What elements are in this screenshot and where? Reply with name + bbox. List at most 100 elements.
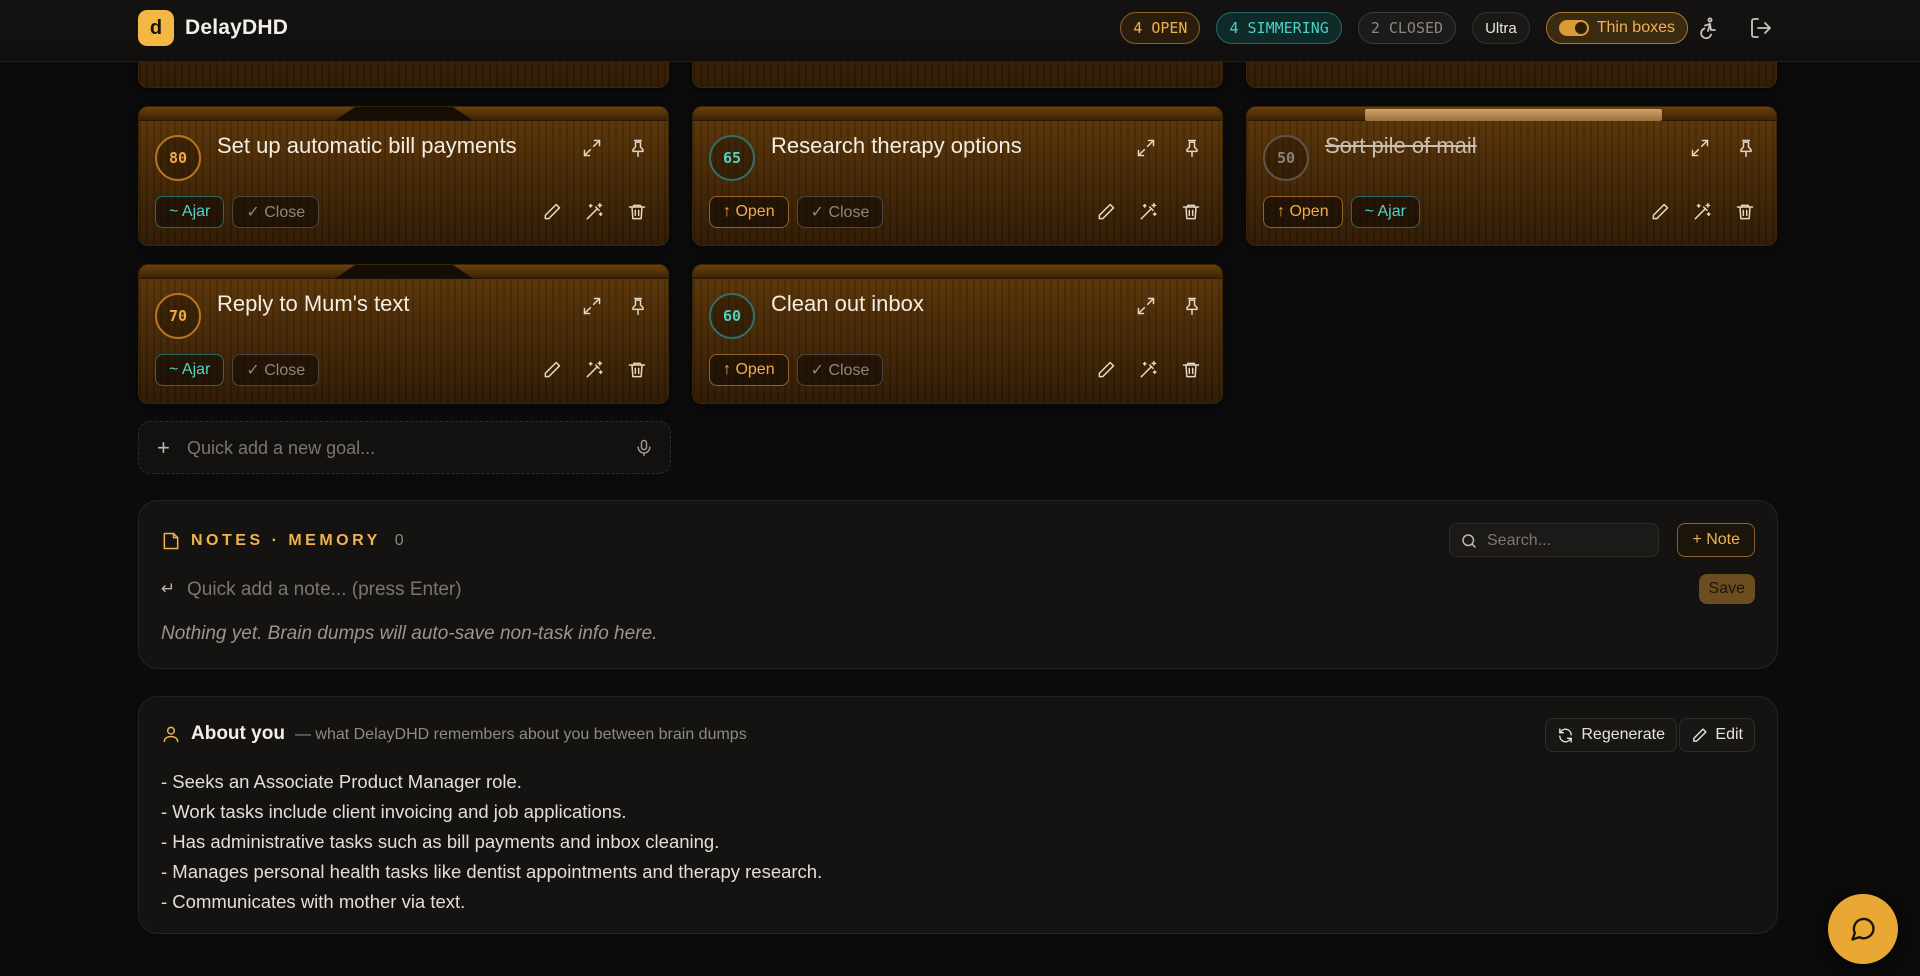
card-lid — [693, 107, 1222, 121]
magic-wand-icon[interactable] — [1692, 202, 1712, 222]
card-actions: ↑ Open ~ Ajar — [1263, 196, 1420, 228]
close-button[interactable]: ✓ Close — [796, 354, 884, 386]
search-placeholder: Search... — [1487, 532, 1552, 549]
card-actions: ↑ Open ✓ Close — [709, 196, 884, 228]
priority-score: 60 — [709, 293, 755, 339]
trash-icon[interactable] — [627, 202, 647, 222]
open-button[interactable]: ↑ Open — [709, 196, 789, 228]
close-button[interactable]: ✓ Close — [232, 354, 320, 386]
pencil-icon[interactable] — [1650, 202, 1670, 222]
goal-card[interactable]: 65 Research therapy options ↑ Open ✓ Clo… — [692, 106, 1223, 246]
save-note-button[interactable]: Save — [1698, 574, 1755, 604]
card-actions: ~ Ajar ✓ Close — [155, 354, 320, 386]
pin-icon[interactable] — [1182, 138, 1202, 158]
trash-icon[interactable] — [1181, 360, 1201, 380]
simmering-count-badge[interactable]: 4 SIMMERING — [1216, 12, 1342, 44]
logout-icon[interactable] — [1749, 16, 1773, 40]
trash-icon[interactable] — [1181, 202, 1201, 222]
magic-wand-icon[interactable] — [1138, 360, 1158, 380]
app-name: DelayDHD — [185, 16, 289, 39]
trash-icon[interactable] — [1735, 202, 1755, 222]
chat-button[interactable] — [1828, 894, 1898, 964]
notes-header: NOTES · MEMORY 0 — [161, 531, 404, 551]
magic-wand-icon[interactable] — [584, 360, 604, 380]
quick-add-note-input[interactable]: Quick add a note... (press Enter) — [187, 579, 462, 601]
status-pills: 4 OPEN 4 SIMMERING 2 CLOSED Ultra Thin b… — [1120, 12, 1688, 44]
note-icon — [163, 532, 179, 550]
ajar-button[interactable]: ~ Ajar — [155, 196, 225, 228]
notes-panel: NOTES · MEMORY 0 Search... + Note ↵ Quic… — [138, 500, 1778, 669]
goal-title[interactable]: Clean out inbox — [771, 291, 924, 317]
goal-card[interactable]: 50 Sort pile of mail ↑ Open ~ Ajar — [1246, 106, 1777, 246]
notes-empty-state: Nothing yet. Brain dumps will auto-save … — [161, 623, 658, 644]
card-actions: ↑ Open ✓ Close — [709, 354, 884, 386]
priority-score: 50 — [1263, 135, 1309, 181]
list-item: - Communicates with mother via text. — [161, 891, 466, 912]
notes-search-input[interactable]: Search... — [1449, 523, 1659, 557]
edit-label: Edit — [1715, 726, 1743, 743]
top-bar: d DelayDHD 4 OPEN 4 SIMMERING 2 CLOSED U… — [0, 0, 1920, 62]
toggle-switch[interactable] — [1558, 20, 1589, 36]
brand[interactable]: d DelayDHD — [138, 10, 288, 46]
pencil-icon[interactable] — [542, 202, 562, 222]
mode-ultra-button[interactable]: Ultra — [1472, 12, 1530, 44]
regenerate-button[interactable]: Regenerate — [1545, 718, 1677, 752]
ajar-button[interactable]: ~ Ajar — [155, 354, 225, 386]
search-icon — [1462, 534, 1476, 548]
pencil-icon[interactable] — [1096, 202, 1116, 222]
goal-title[interactable]: Reply to Mum's text — [217, 291, 409, 317]
expand-icon[interactable] — [1136, 296, 1156, 316]
pin-icon[interactable] — [1736, 138, 1756, 158]
magic-wand-icon[interactable] — [1138, 202, 1158, 222]
card-actions: ~ Ajar ✓ Close — [155, 196, 320, 228]
priority-score: 80 — [155, 135, 201, 181]
goal-title[interactable]: Set up automatic bill payments — [217, 133, 517, 159]
add-note-button[interactable]: + Note — [1677, 523, 1755, 557]
user-icon — [163, 726, 179, 743]
about-title: About you — [191, 723, 285, 744]
accessibility-icon[interactable] — [1696, 16, 1720, 40]
close-button[interactable]: ✓ Close — [232, 196, 320, 228]
list-item: - Manages personal health tasks like den… — [161, 861, 823, 882]
thin-boxes-label: Thin boxes — [1596, 19, 1675, 36]
open-button[interactable]: ↑ Open — [1263, 196, 1343, 228]
goal-card[interactable]: 80 Set up automatic bill payments ~ Ajar… — [138, 106, 669, 246]
expand-icon[interactable] — [582, 296, 602, 316]
pin-icon[interactable] — [1182, 296, 1202, 316]
goal-card[interactable]: 70 Reply to Mum's text ~ Ajar ✓ Close — [138, 264, 669, 404]
about-header: About you — what DelayDHD remembers abou… — [161, 723, 747, 745]
pin-icon[interactable] — [628, 296, 648, 316]
trash-icon[interactable] — [627, 360, 647, 380]
regenerate-label: Regenerate — [1581, 726, 1665, 743]
edit-about-button[interactable]: Edit — [1679, 718, 1755, 752]
card-notch — [334, 107, 474, 121]
pencil-icon — [1693, 727, 1708, 742]
pencil-icon[interactable] — [542, 360, 562, 380]
notes-title: NOTES · MEMORY — [191, 532, 381, 549]
expand-icon[interactable] — [1690, 138, 1710, 158]
expand-icon[interactable] — [1136, 138, 1156, 158]
app-logo: d — [138, 10, 174, 46]
close-button[interactable]: ✓ Close — [796, 196, 884, 228]
open-button[interactable]: ↑ Open — [709, 354, 789, 386]
open-count-badge[interactable]: 4 OPEN — [1120, 12, 1201, 44]
priority-score: 70 — [155, 293, 201, 339]
ajar-button[interactable]: ~ Ajar — [1350, 196, 1420, 228]
closed-count-badge[interactable]: 2 CLOSED — [1357, 12, 1457, 44]
quick-add-placeholder: Quick add a new goal... — [187, 438, 376, 458]
chat-bubble-icon — [1851, 917, 1875, 941]
list-item: - Has administrative tasks such as bill … — [161, 831, 720, 852]
progress-bar — [1365, 109, 1662, 121]
enter-icon: ↵ — [161, 579, 176, 598]
list-item: - Work tasks include client invoicing an… — [161, 801, 627, 822]
goal-title[interactable]: Research therapy options — [771, 133, 1022, 159]
goal-title[interactable]: Sort pile of mail — [1325, 133, 1477, 159]
expand-icon[interactable] — [582, 138, 602, 158]
microphone-icon[interactable] — [634, 438, 654, 458]
pencil-icon[interactable] — [1096, 360, 1116, 380]
thin-boxes-toggle[interactable]: Thin boxes — [1545, 12, 1688, 44]
pin-icon[interactable] — [628, 138, 648, 158]
magic-wand-icon[interactable] — [584, 202, 604, 222]
goal-card[interactable]: 60 Clean out inbox ↑ Open ✓ Close — [692, 264, 1223, 404]
quick-add-goal-input[interactable]: + Quick add a new goal... — [138, 421, 671, 474]
